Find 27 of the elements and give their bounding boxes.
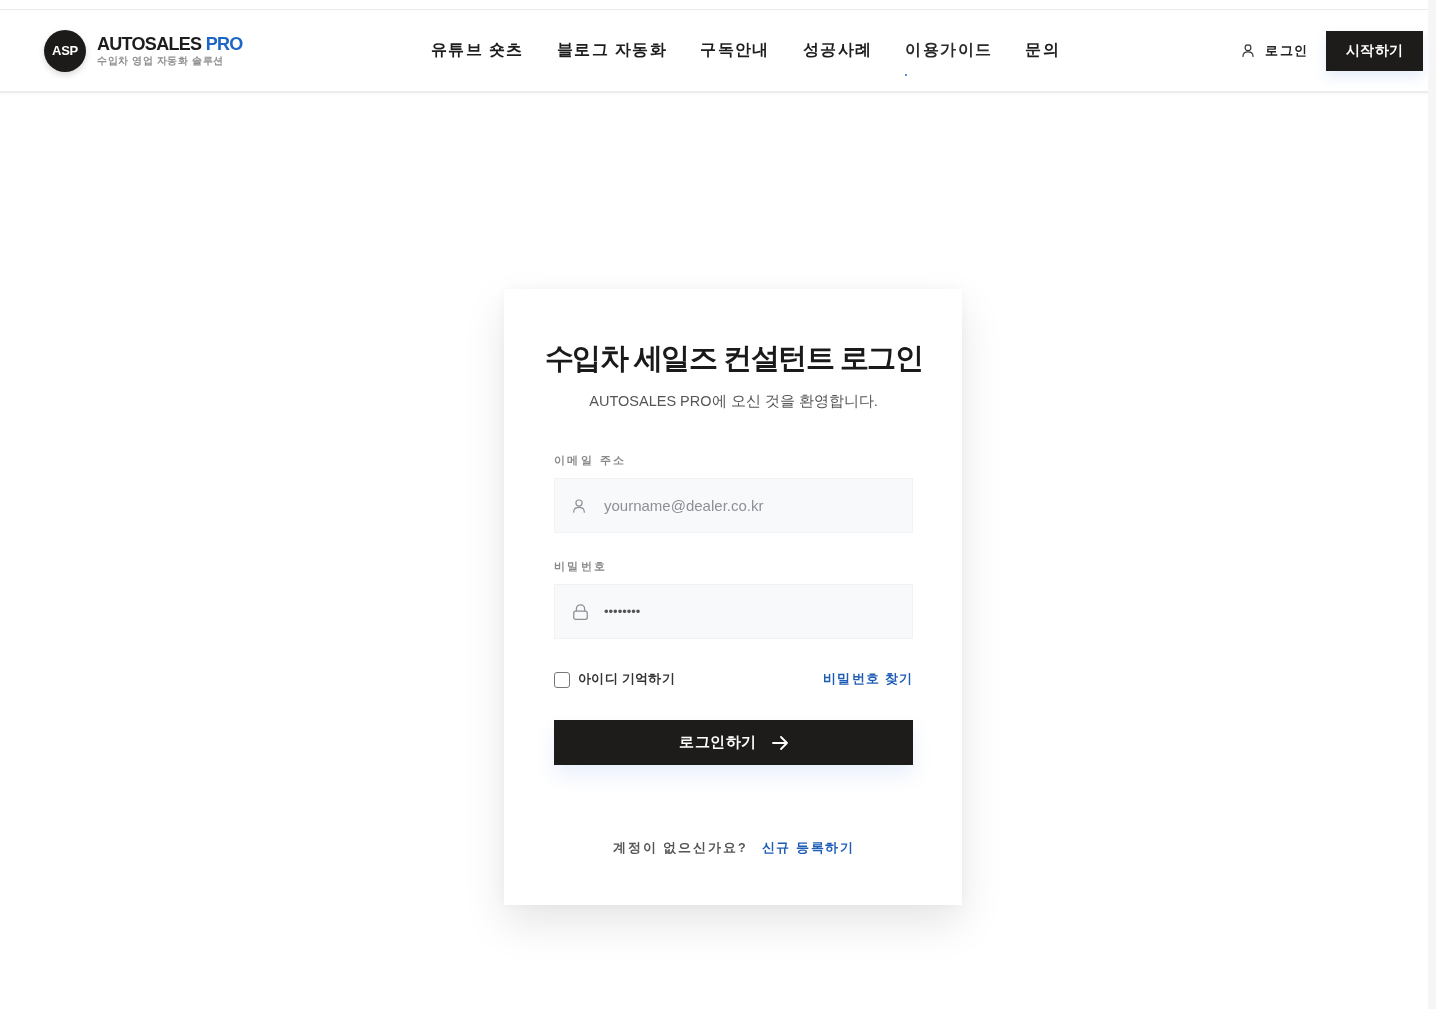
nav-tab[interactable]: 문의 [1024, 36, 1062, 65]
login-title: 수입차 세일즈 컨설턴트 로그인 [543, 341, 924, 376]
user-icon [1242, 44, 1255, 57]
password-field[interactable]: •••••••• [554, 584, 913, 639]
field-label: 이메일 주소 [554, 453, 627, 467]
user-icon [573, 498, 585, 513]
remember-checkbox[interactable] [554, 671, 570, 688]
field-label: 비밀번호 [554, 559, 608, 573]
welcome-text: AUTOSALES PRO에 오신 것을 환영합니다. [588, 392, 879, 411]
logo-badge: ASP [44, 29, 86, 72]
nav-tab[interactable]: 구독안내 [699, 36, 771, 65]
email-field[interactable]: yourname@dealer.co.kr [554, 478, 913, 533]
nav-tab[interactable]: 이용가이드 [904, 36, 994, 65]
arrow-right-icon [771, 735, 788, 750]
lock-icon [573, 603, 588, 620]
brand-tagline: 수입차 영업 자동화 솔루션 [97, 55, 224, 67]
nav-tab[interactable]: 블로그 자동화 [555, 36, 669, 65]
brand-name: AUTOSALES PRO [97, 34, 243, 55]
signup-link[interactable]: 신규 등록하기 [761, 840, 855, 857]
remember-label: 아이디 기억하기 [578, 671, 675, 688]
start-button[interactable]: 시작하기 [1326, 30, 1423, 71]
nav-tab[interactable]: 성공사례 [801, 36, 874, 65]
forgot-password-link[interactable]: 비밀번호 찾기 [823, 671, 913, 688]
login-link[interactable]: 로그인 [1242, 39, 1308, 62]
nav-tab[interactable]: 유튜브 숏츠 [430, 36, 525, 65]
login-button[interactable]: 로그인하기 [554, 720, 913, 765]
signup-prompt: 계정이 없으신가요? [612, 840, 748, 857]
